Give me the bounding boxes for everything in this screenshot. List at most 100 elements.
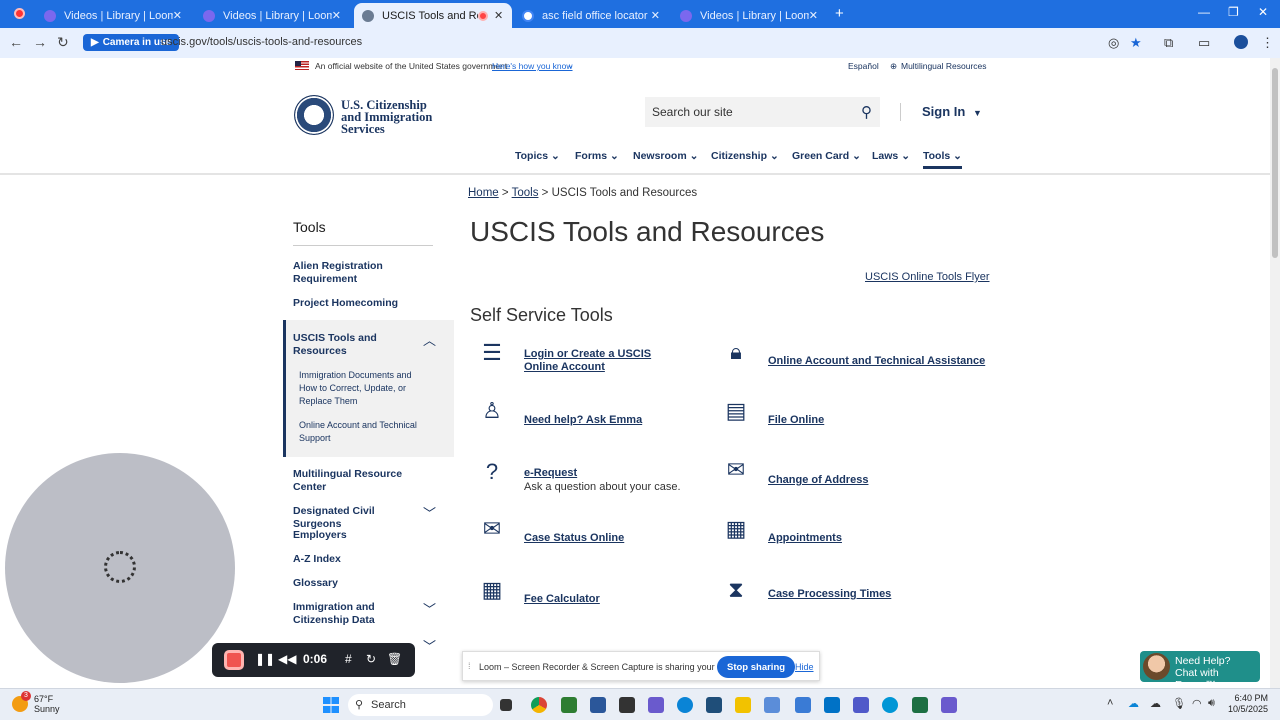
appointments-link[interactable]: Appointments <box>768 532 842 545</box>
nav-green-card[interactable]: Green Card ⌄ <box>792 150 861 162</box>
emma-chat-button[interactable]: Need Help? Chat with Emma™ <box>1140 651 1260 691</box>
word-icon[interactable] <box>590 697 606 713</box>
new-tab-icon[interactable]: + <box>835 5 844 22</box>
dhs-seal-logo[interactable] <box>294 95 334 135</box>
chevron-up-icon[interactable]: ︿ <box>423 330 436 349</box>
sidebar-item-az-index[interactable]: A-Z Index <box>293 553 423 566</box>
sidebar-item-immigration-data[interactable]: Immigration and Citizenship Data <box>293 601 423 627</box>
breadcrumb-home[interactable]: Home <box>468 187 499 199</box>
nav-newsroom[interactable]: Newsroom ⌄ <box>633 150 698 162</box>
taskbar-search[interactable]: ⚲ Search <box>348 694 493 716</box>
sidebar-subitem-online-account[interactable]: Online Account and Technical Support <box>299 419 429 445</box>
sidebar-subitem-immigration-documents[interactable]: Immigration Documents and How to Correct… <box>299 369 429 408</box>
chevron-up-icon[interactable]: ˄ <box>1107 697 1113 709</box>
close-tab-icon[interactable]: ✕ <box>809 9 818 22</box>
onedrive-icon[interactable]: ☁ <box>1128 697 1139 710</box>
fee-calculator-link[interactable]: Fee Calculator <box>524 593 600 606</box>
windows-start-icon[interactable] <box>323 697 339 713</box>
reload-icon[interactable]: ↻ <box>57 34 69 51</box>
sidepanel-icon[interactable]: ▭ <box>1198 35 1210 51</box>
sign-in-button[interactable]: Sign In ▼ <box>922 104 982 119</box>
file-online-link[interactable]: File Online <box>768 414 824 427</box>
e-request-link[interactable]: e-Request <box>524 467 577 480</box>
app-icon[interactable] <box>764 697 780 713</box>
cloud-icon[interactable]: ☁ <box>1150 697 1161 710</box>
stop-sharing-button[interactable]: Stop sharing <box>717 656 796 678</box>
microphone-icon[interactable]: 🎙︎ <box>1172 697 1186 710</box>
search-input[interactable]: Search our site ⚲ <box>645 97 880 127</box>
taskbar-clock[interactable]: 6:40 PM 10/5/2025 <box>1228 693 1268 715</box>
close-tab-icon[interactable]: ✕ <box>173 9 182 22</box>
restore-icon[interactable]: ❐ <box>1228 5 1239 19</box>
tools-flyer-link[interactable]: USCIS Online Tools Flyer <box>865 271 990 283</box>
page-scrollbar[interactable] <box>1270 58 1280 688</box>
change-of-address-link[interactable]: Change of Address <box>768 474 868 487</box>
excel-icon[interactable] <box>912 697 928 713</box>
tab-loom-3[interactable]: Videos | Library | Loom ✕ <box>672 3 826 28</box>
case-status-link[interactable]: Case Status Online <box>524 532 624 545</box>
outlook-icon[interactable] <box>824 697 840 713</box>
scrollbar-thumb[interactable] <box>1272 68 1278 258</box>
hp-icon[interactable] <box>882 697 898 713</box>
loom-icon[interactable] <box>941 697 957 713</box>
extensions-icon[interactable]: ⧉ <box>1164 35 1173 51</box>
volume-icon[interactable]: 🔊︎ <box>1208 697 1215 710</box>
case-processing-times-link[interactable]: Case Processing Times <box>768 588 891 601</box>
chevron-down-icon[interactable]: ⌄ <box>567 60 574 71</box>
grid-icon[interactable]: # <box>345 652 352 666</box>
close-window-icon[interactable]: ✕ <box>1258 5 1268 19</box>
nav-laws[interactable]: Laws ⌄ <box>872 150 910 162</box>
tab-loom-2[interactable]: Videos | Library | Loom ✕ <box>195 3 349 28</box>
sidebar-item-glossary[interactable]: Glossary <box>293 577 423 590</box>
pause-icon[interactable]: ❚❚ <box>255 652 275 666</box>
chevron-down-icon[interactable]: ﹀ <box>423 503 436 522</box>
task-view-icon[interactable] <box>500 699 512 711</box>
sidebar-item-alien-registration[interactable]: Alien Registration Requirement <box>293 260 423 286</box>
multilingual-link[interactable]: Multilingual Resources <box>901 61 987 71</box>
address-bar[interactable]: uscis.gov/tools/uscis-tools-and-resource… <box>161 36 362 48</box>
tab-uscis[interactable]: USCIS Tools and Resources ✕ <box>354 3 512 28</box>
hide-share-bar-link[interactable]: Hide <box>795 662 814 672</box>
store-icon[interactable] <box>706 697 722 713</box>
wifi-icon[interactable]: ◠ <box>1192 697 1202 710</box>
search-icon[interactable]: ⚲ <box>861 103 872 121</box>
sidebar-item-tools-resources[interactable]: USCIS Tools and Resources <box>293 332 423 358</box>
rewind-icon[interactable]: ◀◀ <box>278 652 296 666</box>
copilot-icon[interactable] <box>648 697 664 713</box>
teams-icon[interactable] <box>853 697 869 713</box>
sidebar-item-multilingual[interactable]: Multilingual Resource Center <box>293 468 423 494</box>
close-tab-icon[interactable]: ✕ <box>651 9 660 22</box>
ask-emma-link[interactable]: Need help? Ask Emma <box>524 414 642 427</box>
eye-off-icon[interactable]: ◎ <box>1108 35 1119 51</box>
dropbox-icon[interactable] <box>619 697 635 713</box>
chevron-down-icon[interactable]: ﹀ <box>423 636 436 655</box>
chevron-down-icon[interactable]: ﹀ <box>423 599 436 618</box>
nav-topics[interactable]: Topics ⌄ <box>515 150 560 162</box>
tab-loom-1[interactable]: Videos | Library | Loom ✕ <box>36 3 190 28</box>
menu-dots-icon[interactable]: ⋮ <box>1261 35 1274 51</box>
login-create-account-link[interactable]: Login or Create a USCIS Online Account <box>524 348 684 374</box>
tab-google[interactable]: asc field office locator - Google ✕ <box>514 3 668 28</box>
back-icon[interactable]: ← <box>9 34 23 50</box>
file-explorer-icon[interactable] <box>735 697 751 713</box>
profile-avatar[interactable] <box>1234 35 1248 49</box>
app-hex-icon[interactable] <box>561 697 577 713</box>
weather-widget[interactable]: 67°F Sunny <box>34 694 60 714</box>
stop-recording-button[interactable] <box>224 650 244 670</box>
forward-icon[interactable]: → <box>33 34 47 50</box>
edge-icon[interactable] <box>677 697 693 713</box>
sidebar-item-project-homecoming[interactable]: Project Homecoming <box>293 297 423 310</box>
online-account-assistance-link[interactable]: Online Account and Technical Assistance <box>768 355 985 368</box>
bookmark-star-icon[interactable]: ★ <box>1130 35 1142 51</box>
photos-icon[interactable] <box>795 697 811 713</box>
close-tab-icon[interactable]: ✕ <box>332 9 341 22</box>
how-you-know-link[interactable]: Here's how you know <box>492 61 573 71</box>
chrome-icon[interactable] <box>531 697 547 713</box>
nav-forms[interactable]: Forms ⌄ <box>575 150 619 162</box>
breadcrumb-tools[interactable]: Tools <box>512 187 539 199</box>
nav-citizenship[interactable]: Citizenship ⌄ <box>711 150 779 162</box>
sidebar-item-civil-surgeons[interactable]: Designated Civil Surgeons <box>293 505 418 531</box>
close-tab-icon[interactable]: ✕ <box>494 9 503 22</box>
drag-handle-icon[interactable]: ⁞ <box>468 661 471 671</box>
delete-icon[interactable]: 🗑︎ <box>387 652 402 666</box>
